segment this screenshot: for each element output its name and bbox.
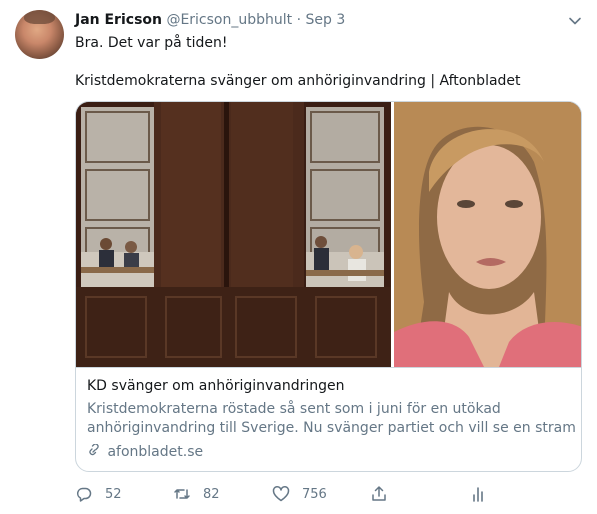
tweet-date[interactable]: Sep 3 <box>306 12 346 28</box>
separator-dot: · <box>296 12 302 28</box>
card-body[interactable]: KD svänger om anhöriginvandringen Kristd… <box>76 367 581 460</box>
like-count: 756 <box>302 486 327 502</box>
card-description-line-2: anhöriginvandring till Sverige. Nu sväng… <box>87 420 575 436</box>
card-image-meeting-room <box>76 102 391 367</box>
avatar[interactable] <box>15 10 64 59</box>
tweet-text-line-2: Kristdemokraterna svänger om anhöriginva… <box>75 73 521 89</box>
like-icon <box>272 486 290 502</box>
retweet-count: 82 <box>203 486 220 502</box>
chevron-down-icon[interactable] <box>567 13 583 29</box>
share-button[interactable] <box>370 483 388 505</box>
card-domain-text[interactable]: afonbladet.se <box>107 444 203 460</box>
tweet-actions: 52 82 756 <box>0 483 597 505</box>
share-icon <box>372 486 386 501</box>
card-title[interactable]: KD svänger om anhöriginvandringen <box>87 378 345 394</box>
tweet-text-line-1: Bra. Det var på tiden! <box>75 35 228 51</box>
author-name[interactable]: Jan Ericson <box>75 12 162 28</box>
analytics-button[interactable] <box>469 483 487 505</box>
reply-icon <box>76 487 92 502</box>
link-icon <box>89 443 99 456</box>
author-handle[interactable]: @Ericson_ubbhult <box>166 12 292 28</box>
link-card[interactable]: KD svänger om anhöriginvandringen Kristd… <box>75 101 582 472</box>
card-description: Kristdemokraterna röstade så sent som i … <box>87 400 575 438</box>
card-image-portrait <box>394 102 581 367</box>
retweet-button[interactable]: 82 <box>173 483 220 505</box>
reply-button[interactable]: 52 <box>75 483 122 505</box>
tweet[interactable]: Jan Ericson @Ericson_ubbhult · Sep 3 Bra… <box>0 0 597 514</box>
reply-count: 52 <box>105 486 122 502</box>
retweet-icon <box>174 489 190 499</box>
analytics-icon <box>473 487 483 502</box>
like-button[interactable]: 756 <box>272 483 327 505</box>
card-description-line-1: Kristdemokraterna röstade så sent som i … <box>87 401 501 417</box>
tweet-header: Jan Ericson @Ericson_ubbhult · Sep 3 <box>75 11 345 29</box>
card-domain[interactable]: afonbladet.se <box>87 443 203 460</box>
